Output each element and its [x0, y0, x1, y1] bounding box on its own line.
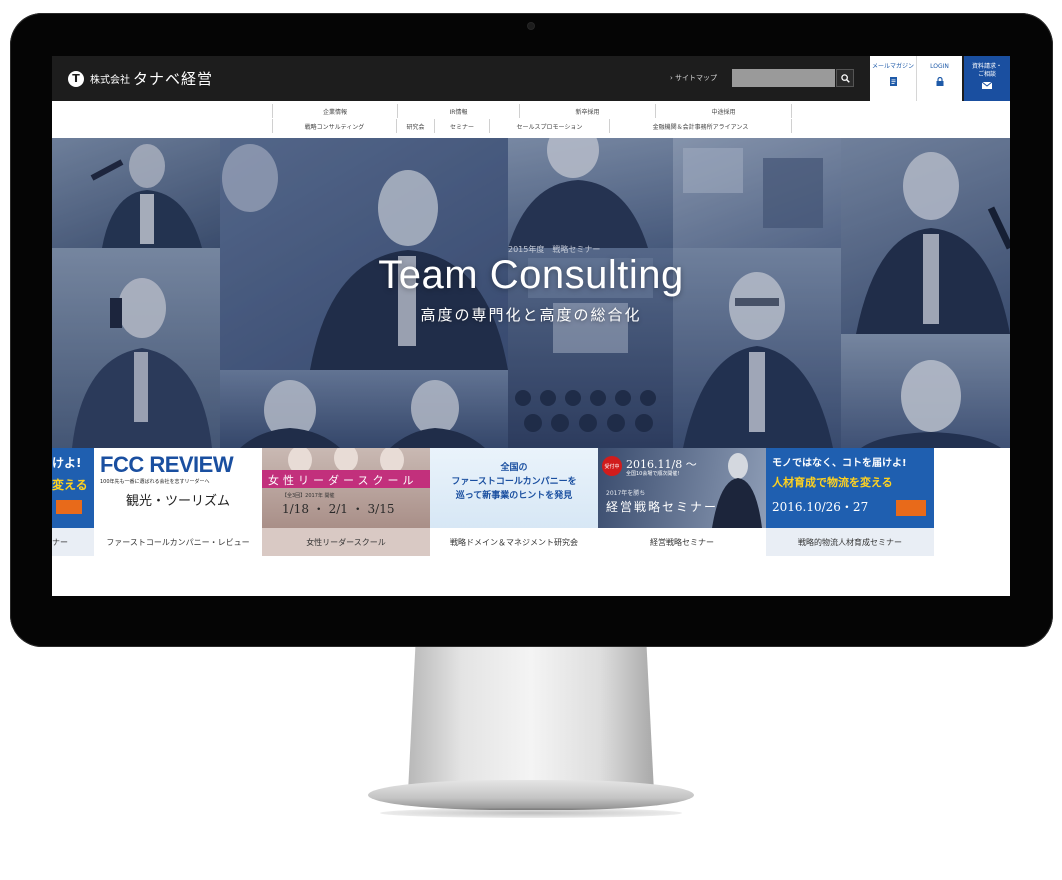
speaker-photo-icon: [712, 453, 762, 528]
fcc-review-topic: 観光・ツーリズム: [126, 494, 231, 509]
request-label-line1: 資料請求・: [971, 63, 1002, 70]
nav-strategy-consulting[interactable]: 戦略コンサルティング: [272, 119, 396, 133]
monitor-stand-neck: [408, 647, 654, 792]
logo-kabushiki: 株式会社: [90, 75, 130, 86]
login-button[interactable]: LOGIN: [916, 56, 962, 101]
banner-partial-headline-top: けよ!: [52, 456, 82, 470]
banner-women-leader-school[interactable]: 女性リーダースクール 【全3回】2017年 開催 1/18 ・ 2/1 ・ 3/…: [262, 448, 430, 556]
banner-fcc-review[interactable]: FCC REVIEW 100年先も一番に選ばれる会社を志すリーダーへ 観光・ツー…: [94, 448, 262, 556]
nav-row-secondary: 戦略コンサルティング 研究会 セミナー セールスプロモーション 金融機関＆会計事…: [52, 119, 1010, 135]
banner-management-seminar[interactable]: 受付中 2016.11/8 ～ 全国10会場で順次開催! 2017年を勝ち 経営…: [598, 448, 766, 556]
mail-magazine-button[interactable]: メールマガジン: [870, 56, 916, 101]
request-consultation-button[interactable]: 資料請求・ ご相談: [964, 56, 1010, 101]
logo-mark-icon: T: [68, 70, 84, 87]
banner-fcc-review-image: FCC REVIEW 100年先も一番に選ばれる会社を志すリーダーへ 観光・ツー…: [94, 448, 262, 528]
sitemap-link[interactable]: › サイトマップ: [670, 73, 717, 83]
website-screen: T 株式会社 タナベ経営 › サイトマップ メールマガジン LOGIN 資料請求…: [52, 56, 1010, 596]
nav-financial-alliance[interactable]: 金融機関＆会計事務所アライアンス: [609, 119, 792, 133]
banner-logistics-seminar[interactable]: モノではなく、コトを届けよ! 人材育成で物流を変える 2016.10/26・27…: [766, 448, 934, 556]
camera-dot: [528, 23, 534, 29]
banner-strategy-domain-image: 全国の ファーストコールカンパニーを 巡って新事業のヒントを発見: [430, 448, 598, 528]
nav-new-graduate[interactable]: 新卒採用: [519, 104, 655, 118]
search-button[interactable]: [836, 69, 854, 87]
hero-banner[interactable]: 2015年度 戦略セミナー Team Consulting 高度の専門化と高度の…: [52, 138, 1010, 448]
logo-name: タナベ経営: [133, 70, 214, 88]
banner-partial-headline-bottom: 変える: [52, 478, 88, 492]
lock-icon: [936, 77, 943, 86]
women-leader-headline: 女性リーダースクール: [268, 474, 418, 487]
nav-ir-info[interactable]: IR情報: [397, 104, 519, 118]
nav-mid-career[interactable]: 中途採用: [655, 104, 792, 118]
envelope-icon: [982, 82, 992, 89]
banner-carousel: けよ! 変える ナー FCC REVIEW 100年先も一番に選ばれる会社を志す…: [52, 448, 1010, 556]
nav-sales-promotion[interactable]: セールスプロモーション: [489, 119, 609, 133]
women-leader-sub: 【全3回】2017年 開催: [282, 493, 335, 499]
hero-title: Team Consulting: [378, 253, 684, 297]
search-icon: [840, 73, 850, 83]
logistics-date: 2016.10/26・27: [772, 500, 869, 514]
logistics-line2: 人材育成で物流を変える: [772, 476, 893, 489]
logistics-line1: モノではなく、コトを届けよ!: [772, 458, 907, 469]
banner-logistics-partial[interactable]: けよ! 変える ナー: [52, 448, 94, 556]
banner-strategy-domain[interactable]: 全国の ファーストコールカンパニーを 巡って新事業のヒントを発見 戦略ドメイン＆…: [430, 448, 598, 556]
strategy-domain-line1: 全国の: [500, 463, 528, 473]
banner-partial-caption: ナー: [52, 528, 94, 556]
hero-subtitle: 高度の専門化と高度の総合化: [420, 306, 642, 324]
nav-row-primary: 企業情報 IR情報 新卒採用 中途採用: [52, 104, 1010, 120]
mail-magazine-label: メールマガジン: [871, 63, 914, 70]
management-seminar-headline: 経営戦略セミナー: [606, 500, 719, 514]
document-icon: [889, 77, 897, 86]
site-header: T 株式会社 タナベ経営 › サイトマップ メールマガジン LOGIN 資料請求…: [52, 56, 1010, 101]
site-logo[interactable]: T 株式会社 タナベ経営: [68, 68, 213, 89]
women-leader-caption: 女性リーダースクール: [262, 528, 430, 556]
fcc-review-headline: FCC REVIEW: [100, 452, 234, 477]
nav-company-info[interactable]: 企業情報: [272, 104, 397, 118]
banner-logistics-seminar-image: モノではなく、コトを届けよ! 人材育成で物流を変える 2016.10/26・27: [766, 448, 934, 528]
accepting-badge-label: 受付中: [604, 463, 620, 470]
strategy-domain-caption: 戦略ドメイン＆マネジメント研究会: [430, 528, 598, 556]
monitor-stand-base: [368, 780, 694, 810]
strategy-domain-line2: ファーストコールカンパニーを: [451, 477, 577, 487]
request-label-line2: ご相談: [977, 71, 996, 78]
global-nav: 企業情報 IR情報 新卒採用 中途採用 戦略コンサルティング 研究会 セミナー …: [52, 101, 1010, 139]
banner-management-seminar-image: 受付中 2016.11/8 ～ 全国10会場で順次開催! 2017年を勝ち 経営…: [598, 448, 766, 528]
fcc-review-caption: ファーストコールカンパニー・レビュー: [94, 528, 262, 556]
fcc-review-tagline: 100年先も一番に選ばれる会社を志すリーダーへ: [100, 479, 210, 485]
management-seminar-caption: 経営戦略セミナー: [598, 528, 766, 556]
banner-logistics-partial-image: けよ! 変える: [52, 448, 94, 528]
accepting-badge: 受付中: [602, 456, 622, 476]
management-seminar-venue: 全国10会場で順次開催!: [626, 471, 680, 477]
women-leader-dates: 1/18 ・ 2/1 ・ 3/15: [282, 502, 395, 516]
truck-icon: [56, 500, 82, 514]
monitor-stand-shadow: [380, 808, 682, 818]
search-input[interactable]: [732, 69, 835, 87]
management-seminar-subline: 2017年を勝ち: [606, 490, 646, 497]
banner-women-leader-image: 女性リーダースクール 【全3回】2017年 開催 1/18 ・ 2/1 ・ 3/…: [262, 448, 430, 528]
nav-study-group[interactable]: 研究会: [396, 119, 434, 133]
strategy-domain-line3: 巡って新事業のヒントを発見: [455, 491, 573, 501]
logistics-caption: 戦略的物流人材育成セミナー: [766, 528, 934, 556]
truck-icon: [896, 500, 926, 516]
nav-seminar[interactable]: セミナー: [434, 119, 489, 133]
login-label: LOGIN: [930, 63, 949, 70]
